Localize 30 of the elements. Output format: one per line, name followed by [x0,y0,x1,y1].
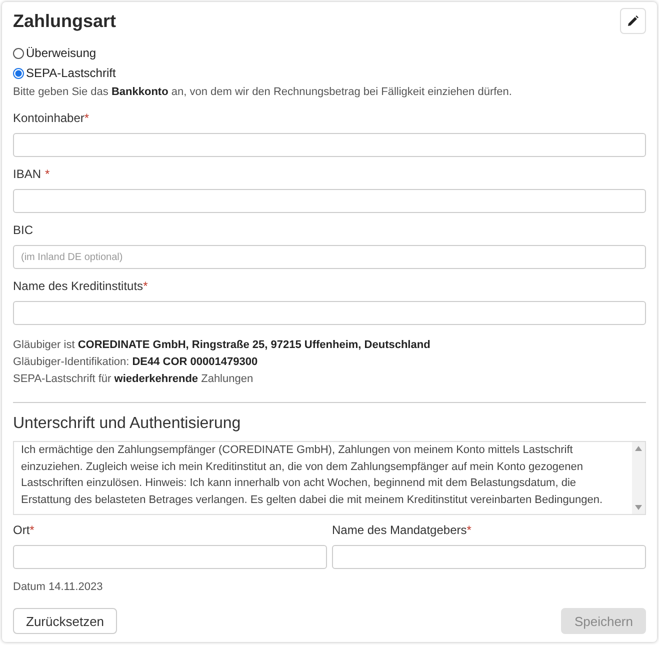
input-field[interactable] [13,189,646,213]
input-field[interactable] [13,133,646,157]
scroll-up-icon[interactable] [635,446,642,451]
field-label: Kontoinhaber* [13,111,90,125]
field-label: IBAN * [13,167,51,181]
section-title: Zahlungsart [13,10,116,32]
radio-icon[interactable] [13,68,24,78]
hint-text: Bitte geben Sie das Bankkonto an, von dem wir den Rechnungsbetrag bei Fälligkeit einziehen dürfen. [13,85,513,100]
creditor-info-text: Gläubiger ist COREDINATE GmbH, Ringstraße 25, 97215 Uffenheim, Deutschland [13,338,432,353]
input-field[interactable] [13,301,646,325]
edit-button[interactable] [620,8,646,34]
scroll-down-icon[interactable] [635,505,642,510]
creditor-info-text: SEPA-Lastschrift für wiederkehrende Zahlungen [13,372,254,387]
field-label: BIC [13,223,34,237]
input-field[interactable] [13,545,327,569]
field-label: Ort* [13,523,36,537]
date-text: Datum 14.11.2023 [13,580,104,595]
radio-option[interactable]: Überweisung [13,46,646,60]
pencil-icon [627,15,639,27]
scrollbar[interactable] [632,442,645,514]
mandate-text-area[interactable]: Ich ermächtige den Zahlungsempfänger (COREDINATE GmbH), Zahlungen von meinem Konto mittels Lastschrift einzuziehen. Zugleich weise ich mein Kreditinstitut an, die von dem Zahlungsempfänger auf mein Konto gezogenen Lastschriften einzulösen. Hinweis: Ich kann innerhalb von acht Wochen, beginnend mit dem Belastungsdatum, die Erstattung des belasteten Betrages verlangen. Es gelten dabei die mit meinem Kreditinstitut vereinbarten Bedingungen. [13,441,646,515]
input-field[interactable] [332,545,646,569]
creditor-info-text: Gläubiger-Identifikation: DE44 COR 00001479300 [13,355,259,370]
radio-option[interactable]: SEPA-Lastschrift [13,66,646,80]
field-label: Name des Mandatgebers* [332,523,472,537]
radio-icon[interactable] [13,48,24,58]
field-label: Name des Kreditinstituts* [13,279,149,293]
section-heading: Unterschrift und Authentisierung [13,415,242,433]
input-field[interactable]: (im Inland DE optional) [13,245,646,269]
form-button[interactable]: Zurücksetzen [13,608,118,634]
